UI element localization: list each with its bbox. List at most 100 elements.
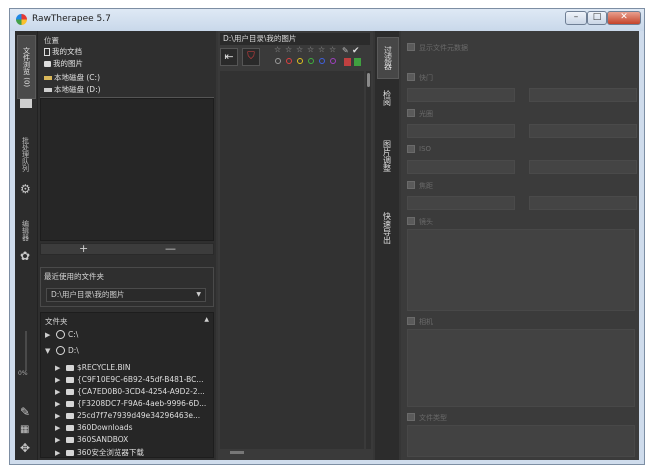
star-icon[interactable]: ☆ [329, 45, 336, 54]
expand-arrow-icon[interactable]: ▶ [45, 331, 53, 339]
tab-inspect[interactable]: 检阅 [377, 83, 397, 113]
edited-icon[interactable]: ✎ [342, 46, 349, 55]
place-item[interactable]: 我的文档 [44, 46, 82, 57]
folder-row[interactable]: ▶ 25cd7f7e7939d49e34296463e... [55, 411, 200, 420]
filter-checkbox[interactable] [407, 217, 415, 225]
tab-batch-queue[interactable]: 批处理队列 [17, 129, 34, 179]
expand-arrow-icon[interactable]: ▶ [55, 412, 63, 420]
drive-icon [44, 75, 52, 80]
aperture-icon[interactable]: ✿ [20, 250, 30, 262]
expand-arrow-icon[interactable]: ▶ [55, 449, 63, 457]
filter-reset-button[interactable]: ⛉ [242, 48, 260, 66]
star-icon[interactable]: ☆ [285, 45, 292, 54]
star-icon[interactable]: ☆ [296, 45, 303, 54]
file-type-list[interactable] [407, 425, 635, 457]
star-icon[interactable]: ☆ [318, 45, 325, 54]
drive-row[interactable]: ▶ C:\ [45, 330, 78, 339]
export-icon[interactable] [354, 58, 361, 66]
folder-label: {CA7ED0B0-3CD4-4254-A9D2-2... [77, 387, 205, 396]
filter-checkbox[interactable] [407, 413, 415, 421]
filter-max-field[interactable] [529, 88, 637, 102]
funnel-icon: ⛉ [247, 51, 255, 62]
scrollbar-thumb[interactable] [367, 73, 370, 87]
filter-label: 文件类型 [419, 414, 447, 422]
camera-icon [44, 60, 51, 67]
lens-list[interactable] [407, 229, 635, 311]
app-window: RawTherapee 5.7 – □ ✕ 文件浏览 (0) 批处理队列 ⚙ 编… [9, 8, 645, 465]
color-label-icon[interactable] [286, 58, 292, 64]
filter-checkbox[interactable] [407, 181, 415, 189]
place-item[interactable]: 本地磁盘 (C:) [44, 72, 100, 83]
maximize-icon: □ [592, 12, 602, 22]
add-place-button[interactable]: + [79, 242, 88, 255]
collapse-arrow-icon[interactable]: ▼ [45, 347, 53, 355]
recent-folders-select[interactable]: D:\用户目录\我的图片 ▼ [46, 288, 206, 302]
camera-list[interactable] [407, 329, 635, 407]
folder-label: 25cd7f7e7939d49e34296463e... [77, 411, 201, 420]
zoom-slider-track[interactable] [25, 331, 27, 371]
folder-row[interactable]: ▶ 360Downloads [55, 423, 133, 432]
star-icon[interactable]: ☆ [307, 45, 314, 54]
filter-checkbox[interactable] [407, 145, 415, 153]
filter-max-field[interactable] [529, 124, 637, 138]
filter-min-field[interactable] [407, 160, 515, 174]
color-label-icon[interactable] [319, 58, 325, 64]
thumbnail-area[interactable] [220, 71, 364, 449]
expand-arrow-icon[interactable]: ▶ [55, 424, 63, 432]
color-label-icon[interactable] [297, 58, 303, 64]
filter-max-field[interactable] [529, 160, 637, 174]
filter-checkbox[interactable] [407, 73, 415, 81]
collapse-icon[interactable]: ▲ [204, 316, 209, 323]
folder-row[interactable]: ▶ {F3208DC7-F9A6-4aeb-9996-6D... [55, 399, 206, 408]
folder-row[interactable]: ▶ 360安全浏览器下载 [55, 447, 144, 458]
color-label-icon[interactable] [275, 58, 281, 64]
drive-row[interactable]: ▼ D:\ [45, 346, 79, 355]
vertical-scrollbar[interactable] [366, 71, 371, 449]
minimize-button[interactable]: – [565, 11, 587, 25]
window-title: RawTherapee 5.7 [32, 14, 111, 24]
place-item[interactable]: 本地磁盘 (D:) [44, 84, 101, 95]
filter-min-field[interactable] [407, 124, 515, 138]
tab-image-adjust[interactable]: 图片调整 [377, 131, 397, 181]
filter-checkbox[interactable] [407, 317, 415, 325]
grid-icon[interactable]: ▦ [20, 424, 29, 436]
tab-quick-export[interactable]: 快速导出 [377, 203, 397, 253]
expand-arrow-icon[interactable]: ▶ [55, 400, 63, 408]
brush-icon[interactable]: ✎ [20, 406, 30, 418]
star-icon[interactable]: ☆ [274, 45, 281, 54]
folder-label: {F3208DC7-F9A6-4aeb-9996-6D... [77, 399, 207, 408]
checkmark-icon[interactable]: ✔ [352, 46, 360, 56]
filter-checkbox[interactable] [407, 109, 415, 117]
expand-arrow-icon[interactable]: ▶ [55, 376, 63, 384]
color-label-icon[interactable] [330, 58, 336, 64]
folder-row[interactable]: ▶ {C9F10E9C-6B92-45df-B481-BC... [55, 375, 204, 384]
recent-folders-title: 最近使用的文件夹 [44, 272, 104, 281]
trash-icon[interactable] [344, 58, 351, 66]
place-label: 本地磁盘 (C:) [54, 73, 100, 82]
tab-editor[interactable]: 编辑器 [17, 215, 34, 245]
filter-label: 显示文件元数据 [419, 44, 468, 52]
tab-filter[interactable]: 过滤器 [377, 37, 399, 79]
tab-file-browser[interactable]: 文件浏览 (0) [17, 35, 36, 99]
maximize-button[interactable]: □ [587, 11, 607, 25]
folder-row[interactable]: ▶ {CA7ED0B0-3CD4-4254-A9D2-2... [55, 387, 205, 396]
filter-min-field[interactable] [407, 88, 515, 102]
filter-min-field[interactable] [407, 196, 515, 210]
places-title: 位置 [44, 36, 59, 45]
navigate-back-button[interactable]: ⇤ [220, 48, 238, 66]
expand-arrow-icon[interactable]: ▶ [55, 388, 63, 396]
drive-label: D:\ [68, 346, 79, 355]
filter-max-field[interactable] [529, 196, 637, 210]
expand-arrow-icon[interactable]: ▶ [55, 436, 63, 444]
file-browser-panel: D:\用户目录\我的图片 ⇤ ⛉ ☆ ☆ ☆ ☆ ☆ ☆ ✎ ✔ [218, 31, 373, 460]
place-item[interactable]: 我的图片 [44, 58, 83, 69]
filter-checkbox[interactable] [407, 43, 415, 51]
expand-arrow-icon[interactable]: ▶ [55, 364, 63, 372]
close-button[interactable]: ✕ [607, 11, 641, 25]
folder-row[interactable]: ▶ $RECYCLE.BIN [55, 363, 131, 372]
horizontal-scroll-thumb[interactable] [230, 451, 244, 454]
move-icon[interactable]: ✥ [20, 442, 30, 454]
folder-row[interactable]: ▶ 360SANDBOX [55, 435, 128, 444]
color-label-icon[interactable] [308, 58, 314, 64]
remove-place-button[interactable]: — [165, 242, 176, 255]
